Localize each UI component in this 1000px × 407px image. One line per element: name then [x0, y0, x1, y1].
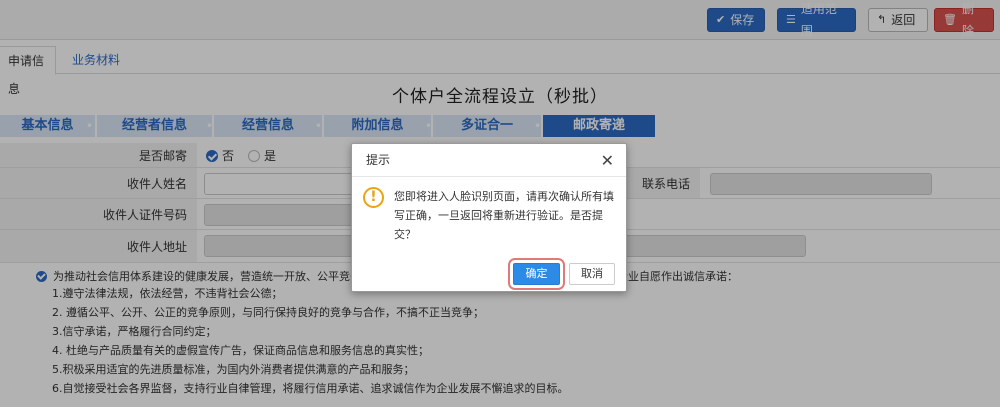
- confirm-button[interactable]: 确定: [508, 258, 565, 290]
- dialog-title: 提示: [366, 153, 391, 167]
- dialog-header: 提示 ✕: [352, 144, 626, 177]
- dialog-body: ! 您即将进入人脸识别页面，请再次确认所有填写正确，一旦返回将重新进行验证。是否…: [352, 177, 626, 247]
- cancel-button[interactable]: 取消: [569, 263, 615, 285]
- warning-icon: !: [363, 187, 384, 208]
- close-icon[interactable]: ✕: [601, 144, 614, 177]
- confirm-dialog: 提示 ✕ ! 您即将进入人脸识别页面，请再次确认所有填写正确，一旦返回将重新进行…: [351, 143, 627, 292]
- dialog-footer: 确定 取消: [352, 258, 626, 292]
- dialog-message: 您即将进入人脸识别页面，请再次确认所有填写正确，一旦返回将重新进行验证。是否提交…: [394, 190, 614, 241]
